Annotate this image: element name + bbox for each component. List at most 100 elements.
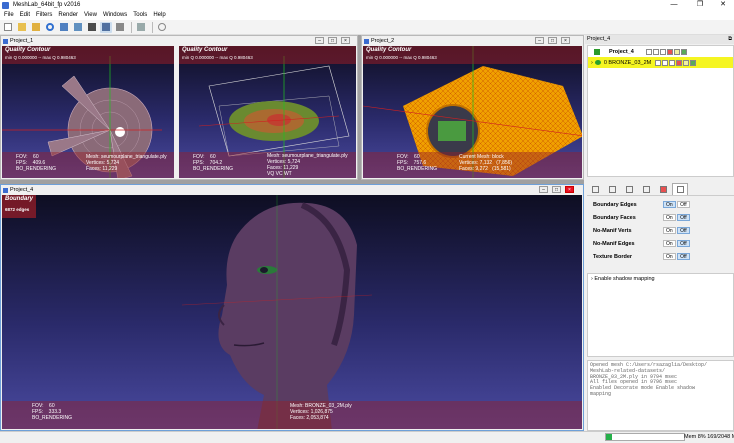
menu-file[interactable]: File [4,12,14,18]
log-window: Opened mesh C:/Users/rsazaglia/Desktop/ … [587,360,734,431]
project-1-window[interactable]: Project_1 Quality Contour min Q 0.000000… [0,35,358,180]
close-button[interactable]: ✕ [713,0,733,10]
save-snapshot-button[interactable] [86,22,98,33]
render-solid-icon[interactable] [669,59,676,66]
memory-text: Mem 8% 169/2048 M [684,434,734,440]
maximize-button[interactable]: □ [548,37,557,44]
main-toolbar [0,20,734,35]
render-info: FOV: 60 FPS: 704.2 BO_RENDERING [193,154,234,172]
on-button[interactable]: On [663,253,676,260]
maximize-button[interactable]: □ [552,186,561,193]
window-title: MeshLab_64bit_fp v2016 [13,2,81,8]
project-label: Project_4 [609,48,634,55]
close-button[interactable]: × [341,37,350,44]
expand-arrow-icon[interactable]: › [591,60,593,66]
tab-5[interactable] [655,183,671,195]
project-1-titlebar[interactable]: Project_1 [1,36,357,46]
maximize-button[interactable]: ❐ [690,0,710,10]
texture-border-toggle[interactable]: On Off [663,253,690,260]
off-button[interactable]: Off [677,214,690,221]
shadow-mapping-label[interactable]: Enable shadow mapping [594,276,654,282]
layer-dialog-button[interactable] [100,21,112,33]
render-info: FOV: 60 FPS: 757.6 BO_RENDERING [397,154,438,172]
export-button[interactable] [72,22,84,33]
expand-arrow-icon[interactable]: › [591,276,593,282]
raster-layer-button[interactable] [114,22,126,33]
reload-all-button[interactable] [58,22,70,33]
project-row[interactable]: Project_4 [588,46,733,57]
overlay-subtitle: min Q 0.000000 -- max Q 0.980463 [182,55,253,60]
boundary-edges-toggle[interactable]: On Off [663,201,690,208]
menu-help[interactable]: Help [153,12,165,18]
minimize-button[interactable]: – [315,37,324,44]
render-info: FOV: 60 FPS: 333.3 BO_RENDERING [32,403,73,421]
layer-row-selected[interactable]: › 0 BRONZE_03_2M [588,57,733,68]
tab-4[interactable] [638,183,654,195]
close-button[interactable]: × [565,186,574,193]
on-button[interactable]: On [663,227,676,234]
import-mesh-button[interactable] [30,22,42,33]
texture-icon[interactable] [680,48,687,55]
on-button[interactable]: On [663,201,676,208]
off-button[interactable]: Off [677,253,690,260]
tab-1[interactable] [587,183,603,195]
option-nomanif-edges: No-Manif Edges [593,241,635,247]
project-4-window[interactable]: Project_4 Boundary 6872 edges FOV: 60 FP… [0,184,584,431]
tab-2[interactable] [604,183,620,195]
menu-windows[interactable]: Windows [103,12,127,18]
tab-6[interactable] [672,183,688,195]
light-icon[interactable] [676,59,683,66]
mesh-info: Mesh: seumourplane_triangulate.ply Verti… [267,153,348,177]
menu-edit[interactable]: Edit [20,12,30,18]
layer-icon[interactable] [659,48,666,55]
eye-visibility-icon[interactable] [594,60,601,65]
minimize-button[interactable]: – [539,186,548,193]
close-button[interactable]: × [561,37,570,44]
project-2-window[interactable]: Project_2 Quality Contour min Q 0.000000… [361,35,584,180]
render-wire-icon[interactable] [662,59,669,66]
maximize-button[interactable]: □ [328,37,337,44]
tab-icon [608,185,616,193]
decoration-options: Boundary Edges On Off Boundary Faces On … [587,198,734,268]
nomanif-verts-toggle[interactable]: On Off [663,227,690,234]
memory-bar [605,433,685,441]
nomanif-edges-toggle[interactable]: On Off [663,240,690,247]
texture-icon[interactable] [690,59,697,66]
menu-view[interactable]: View [84,12,97,18]
float-panel-icon[interactable]: ⧉ [728,35,732,44]
viewport-p2[interactable]: Quality Contour min Q 0.000000 -- max Q … [363,46,582,178]
filter-button[interactable] [135,22,147,33]
note-icon[interactable] [673,48,680,55]
new-project-button[interactable] [2,22,14,33]
note-icon[interactable] [683,59,690,66]
project-4-titlebar[interactable]: Project_4 [1,185,583,195]
tab-3[interactable] [621,183,637,195]
layer-icon[interactable] [652,48,659,55]
project-4-title: Project_4 [10,187,34,193]
viewport-p1-left[interactable]: Quality Contour min Q 0.000000 -- max Q … [2,46,174,178]
tab-icon [659,185,667,193]
view-icon[interactable] [645,48,652,55]
menu-tools[interactable]: Tools [133,12,147,18]
on-button[interactable]: On [663,214,676,221]
off-button[interactable]: Off [677,240,690,247]
off-button[interactable]: Off [677,201,690,208]
open-project-button[interactable] [16,22,28,33]
decorate-button[interactable] [156,22,168,33]
camera-icon [88,23,96,31]
light-icon[interactable] [666,48,673,55]
viewport-p4[interactable]: Boundary 6872 edges FOV: 60 FPS: 333.3 B… [2,195,582,429]
menu-render[interactable]: Render [58,12,78,18]
viewport-p1-right[interactable]: Quality Contour min Q 0.000000 -- max Q … [179,46,356,178]
minimize-button[interactable]: – [535,37,544,44]
boundary-faces-toggle[interactable]: On Off [663,214,690,221]
mesh-info: Mesh: BRONZE_03_2M.ply Vertices: 1,026,8… [290,403,352,421]
render-points-icon[interactable] [655,59,662,66]
off-button[interactable]: Off [677,227,690,234]
layer-list: Project_4 › 0 BRONZE_03_2M [587,45,734,177]
minimize-button[interactable]: — [664,0,684,10]
menu-filters[interactable]: Filters [36,12,52,18]
menu-bar: File Edit Filters Render View Windows To… [0,10,734,20]
on-button[interactable]: On [663,240,676,247]
reload-button[interactable] [44,22,56,33]
